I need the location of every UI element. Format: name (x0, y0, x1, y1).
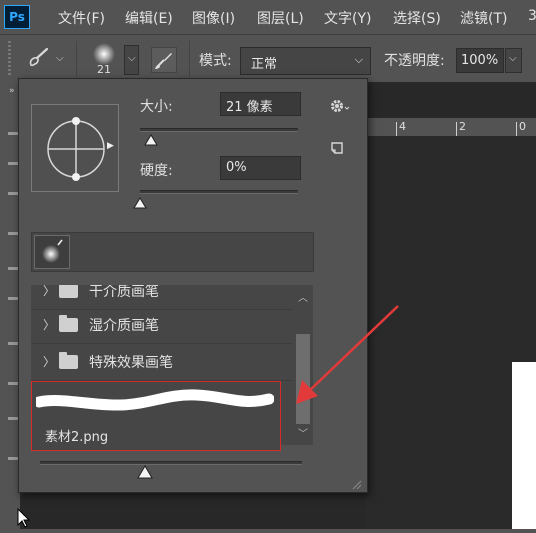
menu-image[interactable]: 图像(I) (192, 8, 235, 28)
menu-type[interactable]: 文字(Y) (324, 8, 371, 28)
hardness-slider-handle[interactable] (133, 194, 147, 213)
chevron-right-icon[interactable]: 〉 (43, 316, 55, 333)
opacity-label: 不透明度: (384, 53, 445, 69)
ruler-tick (516, 122, 517, 136)
chevron-right-icon[interactable]: 〉 (43, 353, 55, 370)
folder-label: 湿介质画笔 (89, 318, 159, 334)
options-grip[interactable] (8, 41, 11, 77)
opacity-value: 100% (461, 53, 499, 68)
chevron-down-icon: ⌵ (509, 53, 517, 64)
size-value: 21 像素 (226, 100, 273, 115)
recent-brush-tile[interactable] (34, 235, 70, 269)
menu-filter[interactable]: 滤镜(T) (460, 8, 507, 28)
tool-button[interactable] (8, 162, 18, 165)
gear-icon[interactable] (329, 98, 351, 114)
tool-button[interactable] (8, 297, 18, 300)
menu-bar: Ps 文件(F) 编辑(E) 图像(I) 图层(L) 文字(Y) 选择(S) 滤… (0, 0, 536, 34)
ruler-tick (456, 122, 457, 136)
folder-label: 干介质画笔 (89, 285, 159, 300)
divider (189, 41, 190, 77)
recent-brushes (31, 232, 314, 272)
preview-size-slider[interactable] (40, 461, 302, 465)
tool-button[interactable] (8, 342, 18, 345)
list-item[interactable]: 〉 湿介质画笔 (31, 307, 293, 344)
ruler-tick-label: 4 (399, 120, 406, 133)
preview-size-slider-handle[interactable] (136, 464, 153, 483)
hardness-label: 硬度: (140, 163, 173, 179)
brush-preset-item[interactable]: 素材2.png (31, 381, 281, 451)
brush-panel-icon (155, 53, 172, 69)
tool-button[interactable] (8, 457, 18, 460)
menu-layer[interactable]: 图层(L) (257, 8, 304, 28)
brush-tool-icon[interactable] (26, 45, 52, 71)
size-slider[interactable] (140, 128, 298, 132)
chevron-down-icon[interactable]: ⌵ (56, 53, 64, 64)
canvas[interactable] (512, 362, 536, 529)
divider (76, 41, 77, 77)
mode-select[interactable]: 正常 ⌵ (240, 47, 371, 75)
folder-icon (59, 352, 78, 369)
resize-grip-icon[interactable] (350, 475, 362, 490)
hardness-value: 0% (226, 160, 247, 175)
tool-button[interactable] (8, 192, 18, 195)
ruler-tick-label: 2 (459, 120, 466, 133)
chevron-right-icon[interactable]: 〉 (43, 285, 55, 299)
brush-stroke-preview (36, 389, 274, 411)
horizontal-ruler: 4 2 0 (365, 118, 536, 137)
annotation-arrow (296, 305, 399, 404)
toolbar: » (0, 82, 31, 529)
chevron-down-icon[interactable]: ﹀ (298, 425, 308, 440)
size-label: 大小: (140, 99, 173, 115)
tool-button[interactable] (8, 382, 18, 385)
tool-button[interactable] (8, 232, 18, 235)
hardness-input[interactable]: 0% (220, 156, 301, 180)
tool-button[interactable] (8, 132, 18, 135)
mode-label: 模式: (199, 53, 232, 69)
brush-picker-dropdown[interactable]: ⌵ (124, 45, 139, 75)
tool-button[interactable] (8, 417, 18, 420)
folder-label: 特殊效果画笔 (89, 355, 173, 371)
menu-file[interactable]: 文件(F) (58, 8, 105, 28)
play-icon[interactable]: ▶ (107, 141, 114, 151)
menu-3d[interactable]: 3 (528, 8, 536, 24)
photoshop-logo[interactable]: Ps (4, 5, 30, 29)
brush-angle-preview[interactable] (31, 104, 119, 192)
size-slider-handle[interactable] (144, 131, 158, 150)
collapse-icon[interactable]: » (9, 86, 15, 96)
new-preset-icon[interactable] (330, 140, 344, 154)
options-bar: ⌵ 21 ⌵ 模式: 正常 ⌵ 不透明度: 100% ⌵ (0, 34, 536, 83)
folder-icon (59, 315, 78, 332)
brush-settings-toggle[interactable] (151, 47, 177, 73)
folder-icon (59, 285, 78, 298)
mode-value: 正常 (251, 57, 278, 72)
opacity-input[interactable]: 100% (456, 48, 504, 73)
opacity-dropdown[interactable]: ⌵ (505, 48, 522, 73)
ruler-tick-label: 0 (519, 120, 526, 133)
ruler-tick (396, 122, 397, 136)
chevron-down-icon: ⌵ (128, 53, 136, 64)
hardness-slider[interactable] (140, 190, 298, 194)
menu-select[interactable]: 选择(S) (393, 8, 441, 28)
size-input[interactable]: 21 像素 (220, 92, 301, 116)
move-cursor-icon (16, 507, 34, 529)
chevron-down-icon: ⌵ (354, 53, 363, 66)
brush-name: 素材2.png (45, 430, 109, 445)
tool-button[interactable] (8, 267, 18, 270)
menu-edit[interactable]: 编辑(E) (125, 8, 173, 28)
brush-size-badge: 21 (97, 63, 111, 76)
list-item[interactable]: 〉 特殊效果画笔 (31, 344, 293, 381)
